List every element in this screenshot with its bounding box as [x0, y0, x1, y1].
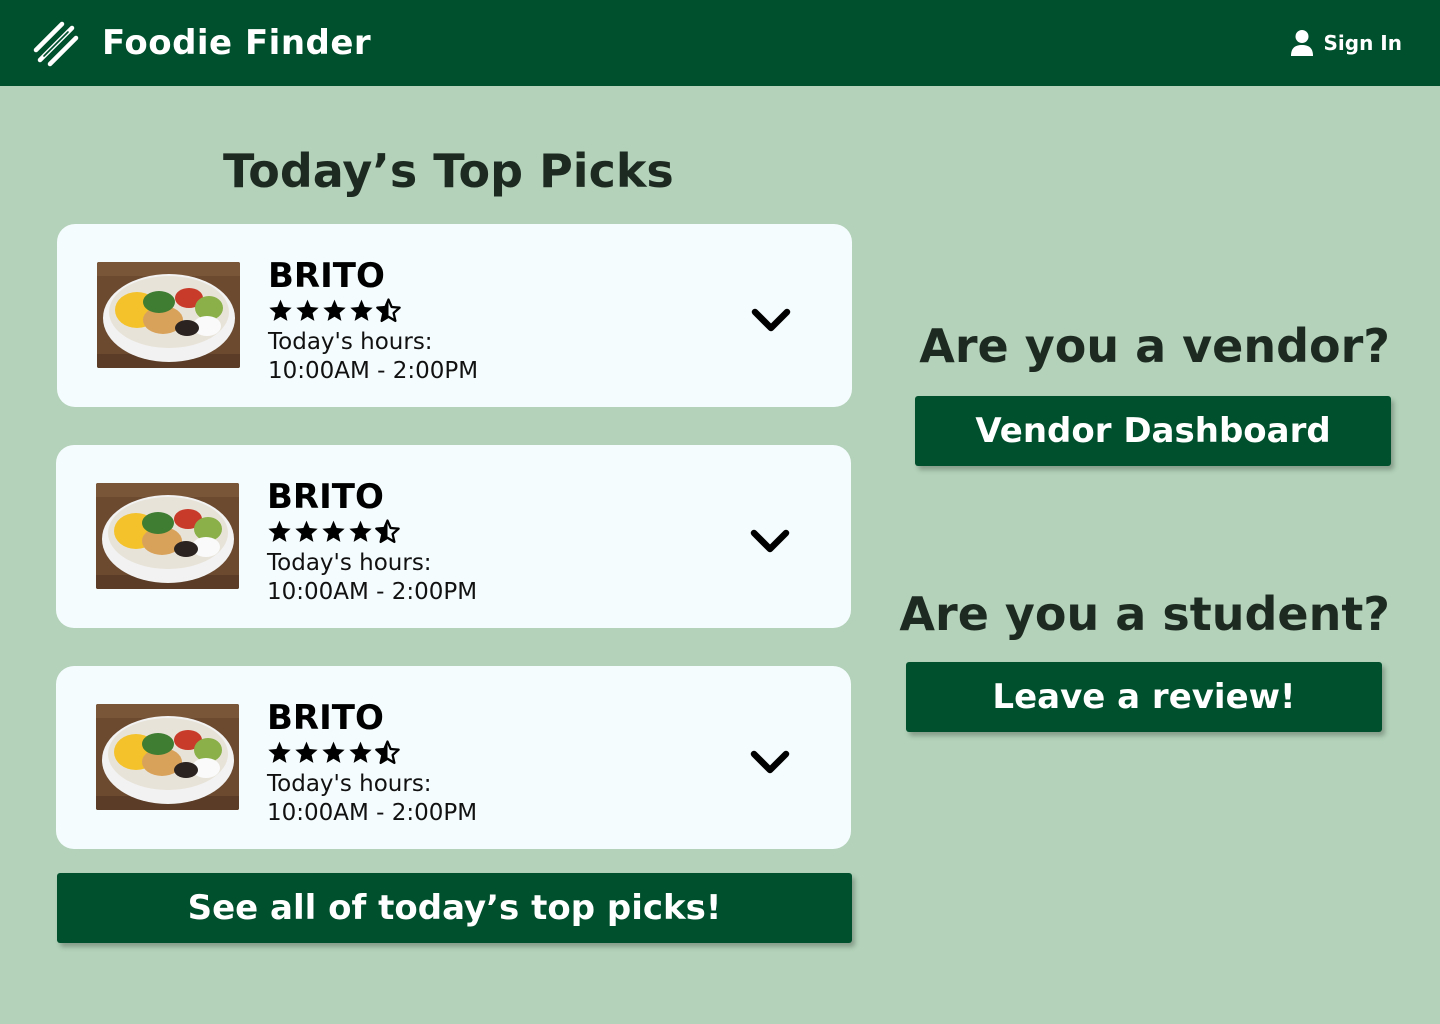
star-filled-icon	[349, 520, 372, 542]
hours-label: Today's hours:	[267, 771, 432, 797]
hours-label: Today's hours:	[267, 550, 432, 576]
vendor-card[interactable]: BRITO Today's hours: 10:00AM - 2:00PM	[56, 445, 851, 628]
hours-value: 10:00AM - 2:00PM	[267, 800, 478, 826]
star-filled-icon	[322, 520, 345, 542]
sign-in-button[interactable]: Sign In	[1290, 26, 1402, 60]
star-filled-icon	[269, 299, 292, 321]
hours-value: 10:00AM - 2:00PM	[268, 358, 479, 384]
star-filled-icon	[323, 299, 346, 321]
star-filled-icon	[296, 299, 319, 321]
app-title[interactable]: Foodie Finder	[102, 20, 371, 66]
star-filled-icon	[322, 741, 345, 763]
burrito-bowl-photo	[96, 704, 239, 810]
star-rating	[268, 298, 401, 323]
hot-dog-logo-icon[interactable]	[32, 20, 80, 68]
student-question-heading: Are you a student?	[899, 587, 1390, 641]
burrito-bowl-photo	[96, 483, 239, 589]
star-rating	[267, 740, 400, 765]
user-icon	[1290, 30, 1313, 56]
star-half-icon	[375, 740, 400, 765]
top-nav-bar: Foodie Finder Sign In	[0, 0, 1440, 86]
hours-label: Today's hours:	[268, 329, 433, 355]
vendor-card[interactable]: BRITO Today's hours: 10:00AM - 2:00PM	[56, 666, 851, 849]
vendor-dashboard-button[interactable]: Vendor Dashboard	[915, 396, 1391, 466]
vendor-name: BRITO	[267, 477, 384, 517]
sign-in-label: Sign In	[1323, 31, 1402, 55]
vendor-card[interactable]: BRITO Today's hours: 10:00AM - 2:00PM	[57, 224, 852, 407]
hours-value: 10:00AM - 2:00PM	[267, 579, 478, 605]
star-filled-icon	[295, 741, 318, 763]
chevron-down-icon[interactable]	[749, 748, 791, 778]
star-half-icon	[376, 298, 401, 323]
star-filled-icon	[268, 741, 291, 763]
see-all-top-picks-button[interactable]: See all of today’s top picks!	[57, 873, 852, 943]
star-filled-icon	[295, 520, 318, 542]
star-rating	[267, 519, 400, 544]
burrito-bowl-photo	[97, 262, 240, 368]
page-title: Today’s Top Picks	[223, 144, 674, 198]
vendor-question-heading: Are you a vendor?	[919, 319, 1390, 373]
chevron-down-icon[interactable]	[749, 527, 791, 557]
star-filled-icon	[350, 299, 373, 321]
star-filled-icon	[349, 741, 372, 763]
leave-review-button[interactable]: Leave a review!	[906, 662, 1382, 732]
star-half-icon	[375, 519, 400, 544]
vendor-name: BRITO	[268, 256, 385, 296]
vendor-name: BRITO	[267, 698, 384, 738]
chevron-down-icon[interactable]	[750, 306, 792, 336]
star-filled-icon	[268, 520, 291, 542]
